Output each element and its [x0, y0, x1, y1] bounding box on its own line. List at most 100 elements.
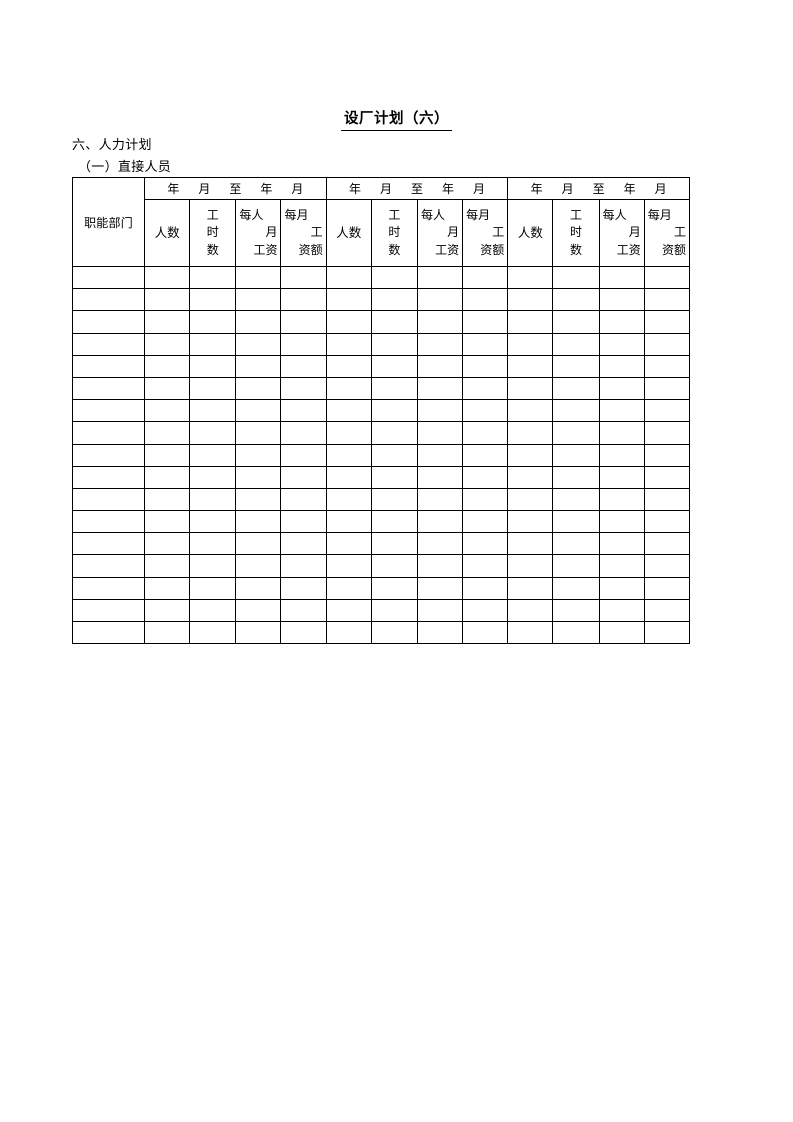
- row-data-cell[interactable]: [552, 310, 600, 334]
- row-data-cell[interactable]: [370, 554, 418, 578]
- row-data-cell[interactable]: [325, 576, 372, 600]
- row-data-cell[interactable]: [416, 510, 464, 534]
- row-data-cell[interactable]: [416, 487, 464, 512]
- row-data-cell[interactable]: [325, 421, 372, 445]
- row-data-cell[interactable]: [552, 598, 600, 623]
- row-data-cell[interactable]: [552, 354, 600, 378]
- row-data-cell[interactable]: [643, 332, 691, 356]
- row-data-cell[interactable]: [235, 532, 282, 556]
- row-data-cell[interactable]: [189, 487, 237, 512]
- row-data-cell[interactable]: [643, 576, 691, 600]
- row-data-cell[interactable]: [143, 310, 191, 334]
- row-dept-cell[interactable]: [72, 332, 145, 356]
- row-data-cell[interactable]: [143, 532, 191, 556]
- row-data-cell[interactable]: [507, 487, 554, 512]
- row-data-cell[interactable]: [643, 265, 691, 290]
- row-data-cell[interactable]: [462, 554, 509, 578]
- row-data-cell[interactable]: [325, 310, 372, 334]
- row-data-cell[interactable]: [189, 576, 237, 600]
- row-data-cell[interactable]: [189, 510, 237, 534]
- row-data-cell[interactable]: [507, 532, 554, 556]
- row-dept-cell[interactable]: [72, 554, 145, 578]
- row-data-cell[interactable]: [643, 532, 691, 556]
- row-data-cell[interactable]: [325, 510, 372, 534]
- row-data-cell[interactable]: [235, 465, 282, 489]
- row-data-cell[interactable]: [507, 620, 554, 645]
- row-data-cell[interactable]: [643, 288, 691, 312]
- row-data-cell[interactable]: [598, 576, 645, 600]
- row-data-cell[interactable]: [280, 532, 327, 556]
- row-data-cell[interactable]: [598, 265, 645, 290]
- row-data-cell[interactable]: [643, 465, 691, 489]
- row-dept-cell[interactable]: [72, 310, 145, 334]
- row-data-cell[interactable]: [370, 576, 418, 600]
- row-data-cell[interactable]: [280, 620, 327, 645]
- row-data-cell[interactable]: [189, 332, 237, 356]
- row-data-cell[interactable]: [598, 332, 645, 356]
- row-data-cell[interactable]: [462, 487, 509, 512]
- row-data-cell[interactable]: [325, 487, 372, 512]
- row-data-cell[interactable]: [552, 288, 600, 312]
- row-dept-cell[interactable]: [72, 510, 145, 534]
- row-data-cell[interactable]: [370, 310, 418, 334]
- row-data-cell[interactable]: [189, 598, 237, 623]
- row-data-cell[interactable]: [189, 421, 237, 445]
- row-data-cell[interactable]: [370, 332, 418, 356]
- row-data-cell[interactable]: [189, 465, 237, 489]
- table-row[interactable]: [72, 421, 691, 445]
- row-data-cell[interactable]: [370, 376, 418, 401]
- row-data-cell[interactable]: [370, 265, 418, 290]
- table-row[interactable]: [72, 620, 691, 645]
- row-data-cell[interactable]: [507, 443, 554, 467]
- row-data-cell[interactable]: [370, 620, 418, 645]
- row-data-cell[interactable]: [235, 421, 282, 445]
- row-data-cell[interactable]: [280, 310, 327, 334]
- row-dept-cell[interactable]: [72, 443, 145, 467]
- row-data-cell[interactable]: [552, 576, 600, 600]
- row-data-cell[interactable]: [235, 620, 282, 645]
- row-data-cell[interactable]: [552, 532, 600, 556]
- row-data-cell[interactable]: [189, 376, 237, 401]
- row-data-cell[interactable]: [235, 554, 282, 578]
- row-dept-cell[interactable]: [72, 376, 145, 401]
- row-data-cell[interactable]: [189, 310, 237, 334]
- row-data-cell[interactable]: [462, 376, 509, 401]
- row-data-cell[interactable]: [416, 376, 464, 401]
- row-data-cell[interactable]: [462, 598, 509, 623]
- row-dept-cell[interactable]: [72, 288, 145, 312]
- row-data-cell[interactable]: [462, 510, 509, 534]
- row-dept-cell[interactable]: [72, 421, 145, 445]
- row-data-cell[interactable]: [235, 288, 282, 312]
- row-data-cell[interactable]: [143, 443, 191, 467]
- table-row[interactable]: [72, 288, 691, 312]
- row-data-cell[interactable]: [370, 354, 418, 378]
- row-data-cell[interactable]: [235, 443, 282, 467]
- row-data-cell[interactable]: [325, 598, 372, 623]
- table-row[interactable]: [72, 332, 691, 356]
- row-data-cell[interactable]: [189, 554, 237, 578]
- row-dept-cell[interactable]: [72, 598, 145, 623]
- row-data-cell[interactable]: [598, 510, 645, 534]
- row-data-cell[interactable]: [552, 487, 600, 512]
- row-data-cell[interactable]: [507, 399, 554, 423]
- row-data-cell[interactable]: [280, 332, 327, 356]
- row-data-cell[interactable]: [598, 487, 645, 512]
- table-row[interactable]: [72, 376, 691, 401]
- row-data-cell[interactable]: [643, 487, 691, 512]
- table-row[interactable]: [72, 598, 691, 623]
- row-data-cell[interactable]: [643, 510, 691, 534]
- row-data-cell[interactable]: [462, 399, 509, 423]
- row-data-cell[interactable]: [507, 288, 554, 312]
- row-data-cell[interactable]: [598, 399, 645, 423]
- table-row[interactable]: [72, 576, 691, 600]
- table-row[interactable]: [72, 554, 691, 578]
- row-data-cell[interactable]: [189, 620, 237, 645]
- row-data-cell[interactable]: [507, 265, 554, 290]
- row-data-cell[interactable]: [507, 598, 554, 623]
- row-data-cell[interactable]: [235, 487, 282, 512]
- table-row[interactable]: [72, 510, 691, 534]
- row-data-cell[interactable]: [552, 465, 600, 489]
- row-data-cell[interactable]: [280, 554, 327, 578]
- row-data-cell[interactable]: [189, 532, 237, 556]
- row-data-cell[interactable]: [235, 576, 282, 600]
